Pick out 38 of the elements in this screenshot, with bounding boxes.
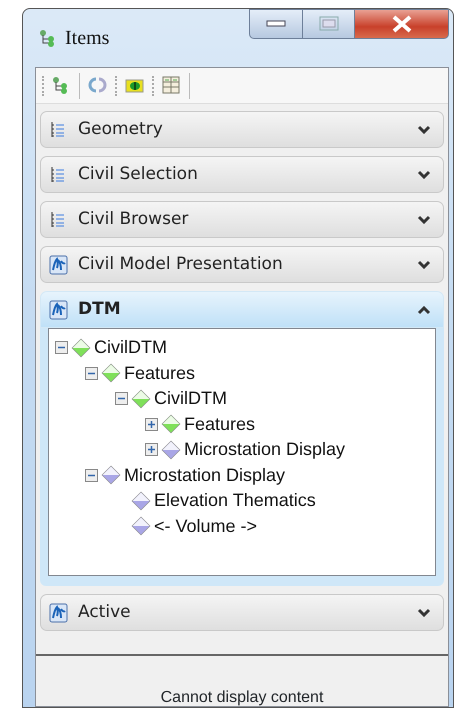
tree-item[interactable]: CivilDTM: [94, 334, 167, 362]
model-icon: [49, 254, 68, 274]
status-message: Cannot display content: [160, 690, 324, 706]
expand-icon: [417, 260, 431, 270]
collapse-icon[interactable]: [85, 366, 98, 380]
section-header[interactable]: Civil Browser: [40, 201, 444, 238]
window-title: Items: [65, 26, 110, 51]
tree-item[interactable]: Microstation Display: [184, 436, 346, 464]
expand-icon: [417, 170, 431, 180]
tree-item[interactable]: Elevation Thematics: [154, 487, 316, 514]
minimize-button[interactable]: [249, 9, 303, 39]
expand-icon[interactable]: [145, 418, 158, 431]
tree-icon: [39, 29, 57, 47]
grid-icon[interactable]: [162, 76, 181, 95]
close-icon: [390, 15, 412, 33]
section-header[interactable]: DTM: [40, 291, 444, 328]
tree-item[interactable]: <- Volume ->: [154, 512, 258, 540]
model-icon: [49, 300, 68, 320]
model-icon: [49, 602, 68, 622]
tree-item[interactable]: Microstation Display: [124, 462, 286, 489]
expand-icon: [417, 608, 431, 618]
tree-item[interactable]: CivilDTM: [154, 385, 227, 412]
tree-item[interactable]: Features: [184, 410, 256, 438]
collapse-icon: [417, 304, 431, 314]
tree-item[interactable]: Features: [124, 360, 196, 387]
section-header[interactable]: Civil Model Presentation: [40, 246, 444, 283]
expand-icon: [417, 214, 431, 224]
section-header[interactable]: Civil Selection: [40, 156, 444, 193]
minimize-icon: [266, 20, 286, 28]
close-button[interactable]: [355, 9, 449, 39]
collapse-icon[interactable]: [115, 392, 128, 406]
expand-icon[interactable]: [145, 443, 158, 456]
collapse-icon[interactable]: [85, 468, 98, 482]
collapse-icon[interactable]: [55, 341, 68, 354]
section-header[interactable]: Geometry: [40, 111, 444, 148]
section-header[interactable]: Active: [40, 594, 444, 631]
expand-icon: [417, 124, 431, 134]
maximize-icon: [318, 16, 338, 32]
